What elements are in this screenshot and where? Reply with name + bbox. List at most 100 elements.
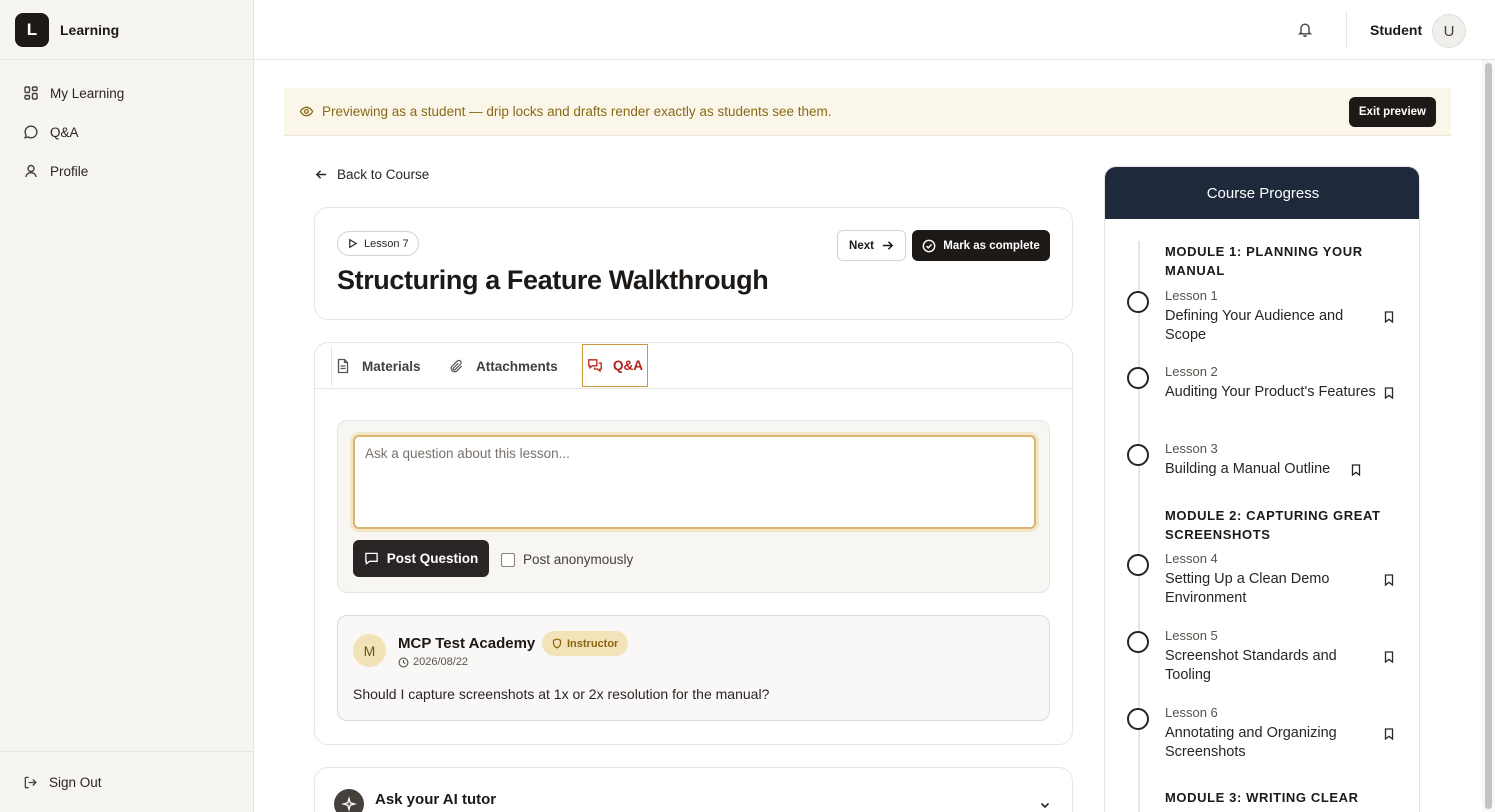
tab-attachments[interactable]: Attachments xyxy=(449,346,558,386)
user-name[interactable]: Student xyxy=(1370,22,1422,38)
lesson-number: Lesson 2 xyxy=(1165,364,1218,379)
avatar: M xyxy=(353,634,386,667)
chevron-down-icon[interactable] xyxy=(1039,799,1051,811)
tab-qa[interactable]: Q&A xyxy=(582,344,648,387)
ai-tutor-title: Ask your AI tutor xyxy=(375,791,497,808)
bookmark-icon[interactable] xyxy=(1384,387,1394,399)
chat-icon xyxy=(23,124,50,140)
lesson-number: Lesson 3 xyxy=(1165,441,1218,456)
scrollbar-thumb[interactable] xyxy=(1485,63,1492,809)
tab-bar: Materials Attachments Q&A xyxy=(315,343,1072,389)
mark-complete-button[interactable]: Mark as complete xyxy=(912,230,1050,261)
lesson-status-circle xyxy=(1127,631,1149,653)
brand-logo: L xyxy=(15,12,49,47)
brand-name: Learning xyxy=(60,21,120,38)
tab-label: Materials xyxy=(362,358,421,374)
lesson-number: Lesson 6 xyxy=(1165,705,1218,720)
brand[interactable]: L Learning xyxy=(0,0,253,60)
date-label: 2026/08/22 xyxy=(413,656,469,668)
message-icon xyxy=(364,551,387,566)
lesson-header-card: Lesson 7 Structuring a Feature Walkthrou… xyxy=(314,207,1073,320)
arrow-left-icon xyxy=(315,168,337,181)
preview-banner: Previewing as a student — drip locks and… xyxy=(284,88,1451,136)
post-anonymously-label: Post anonymously xyxy=(523,552,634,567)
post-question-label: Post Question xyxy=(386,551,479,566)
bookmark-icon[interactable] xyxy=(1384,311,1394,323)
lesson-status-circle xyxy=(1127,444,1149,466)
lesson-number: Lesson 4 xyxy=(1165,551,1218,566)
badge-label: Instructor xyxy=(567,637,619,650)
module-title: Module 2: Capturing Great Screenshots xyxy=(1165,508,1381,542)
sidebar-item-label: My Learning xyxy=(50,85,125,101)
clock-icon xyxy=(398,657,413,668)
banner-text: Previewing as a student — drip locks and… xyxy=(322,104,832,119)
lesson-number: Lesson 5 xyxy=(1165,628,1218,643)
topbar: Student U xyxy=(254,0,1495,60)
post-anonymously-checkbox[interactable]: Post anonymously xyxy=(501,552,633,567)
logout-icon xyxy=(23,775,49,790)
module-title: Module 1: Planning Your Manual xyxy=(1165,244,1363,278)
sidebar-item-qa[interactable]: Q&A xyxy=(14,115,239,149)
next-button[interactable]: Next xyxy=(837,230,906,261)
sidebar-nav: My Learning Q&A Profile xyxy=(14,76,239,193)
lesson-name: Setting Up a Clean Demo Environment xyxy=(1165,571,1330,606)
tab-materials[interactable]: Materials xyxy=(331,346,421,386)
bookmark-icon[interactable] xyxy=(1384,728,1394,740)
lesson-number: Lesson 1 xyxy=(1165,288,1218,303)
lesson-status-circle xyxy=(1127,554,1149,576)
back-to-course-link[interactable]: Back to Course xyxy=(315,167,429,182)
sidebar-item-label: Profile xyxy=(50,163,89,179)
page-title: Structuring a Feature Walkthrough xyxy=(337,265,769,295)
sign-out-button[interactable]: Sign Out xyxy=(0,751,253,812)
sign-out-label: Sign Out xyxy=(49,774,102,790)
lesson-pill-label: Lesson 7 xyxy=(364,237,409,250)
question-input[interactable] xyxy=(353,435,1036,529)
tab-label: Attachments xyxy=(476,358,558,374)
lesson-name: Screenshot Standards and Tooling xyxy=(1165,648,1337,683)
ask-question-form: Post Question Post anonymously xyxy=(337,420,1050,593)
lesson-status-circle xyxy=(1127,291,1149,313)
eye-icon xyxy=(299,104,314,119)
paperclip-icon xyxy=(449,359,476,374)
ai-tutor-panel[interactable]: Ask your AI tutor xyxy=(314,767,1073,812)
document-icon xyxy=(336,358,362,374)
course-progress-title: Course Progress xyxy=(1105,167,1419,219)
scrollbar[interactable] xyxy=(1482,60,1495,812)
mark-complete-label: Mark as complete xyxy=(943,239,1040,252)
lesson-number-pill: Lesson 7 xyxy=(337,231,419,256)
question-author: MCP Test Academy xyxy=(398,635,536,652)
module-title: Module 3: Writing Clear Documentation xyxy=(1165,790,1359,812)
post-question-button[interactable]: Post Question xyxy=(353,540,489,577)
back-label: Back to Course xyxy=(337,167,430,182)
topbar-divider xyxy=(1346,12,1347,48)
checkbox[interactable] xyxy=(501,552,515,567)
play-icon xyxy=(347,238,364,249)
bookmark-icon[interactable] xyxy=(1384,651,1394,663)
grid-icon xyxy=(23,85,50,101)
bell-icon[interactable] xyxy=(1297,21,1313,38)
lesson-name: Defining Your Audience and Scope xyxy=(1165,308,1344,343)
arrow-right-icon xyxy=(874,239,894,252)
sparkle-icon xyxy=(334,789,364,812)
bookmark-icon[interactable] xyxy=(1351,464,1361,476)
lesson-content-card: Materials Attachments Q&A Post Question … xyxy=(314,342,1073,745)
sidebar-item-my-learning[interactable]: My Learning xyxy=(14,76,239,110)
sidebar-item-profile[interactable]: Profile xyxy=(14,154,239,188)
lesson-name: Auditing Your Product's Features xyxy=(1165,384,1376,400)
course-progress-panel: Course Progress Module 1: Planning Your … xyxy=(1104,166,1420,812)
exit-preview-button[interactable]: Exit preview xyxy=(1348,97,1436,127)
chat-bubbles-icon xyxy=(587,358,613,373)
avatar[interactable]: U xyxy=(1432,14,1466,48)
check-circle-icon xyxy=(922,239,943,253)
lesson-status-circle xyxy=(1127,367,1149,389)
lesson-status-circle xyxy=(1127,708,1149,730)
next-label: Next xyxy=(849,239,874,252)
sidebar-item-label: Q&A xyxy=(50,124,79,140)
user-icon xyxy=(23,163,50,179)
question-item[interactable]: M MCP Test Academy Instructor 2026/08/22… xyxy=(337,615,1050,721)
sidebar: L Learning My Learning Q&A Profile Sign … xyxy=(0,0,254,812)
tab-label: Q&A xyxy=(613,358,643,373)
bookmark-icon[interactable] xyxy=(1384,574,1394,586)
shield-icon xyxy=(552,638,567,649)
question-text: Should I capture screenshots at 1x or 2x… xyxy=(353,686,770,702)
